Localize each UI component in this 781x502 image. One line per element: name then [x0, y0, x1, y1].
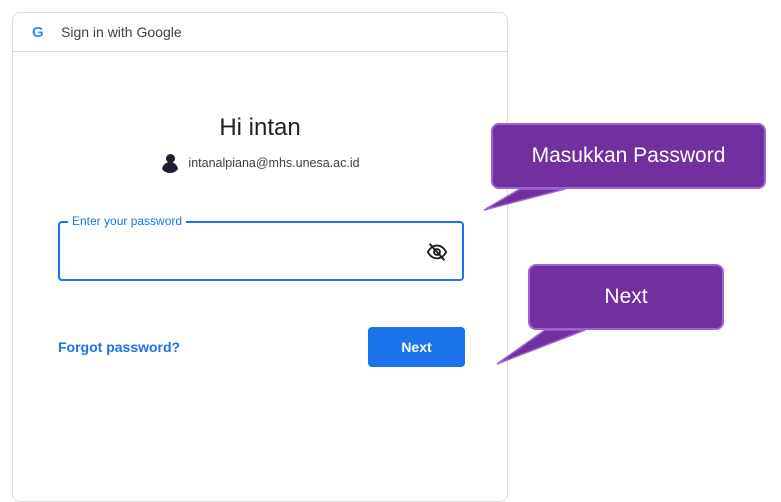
callout-next: Next — [528, 264, 724, 330]
callout-tails — [483, 188, 586, 365]
callout-password: Masukkan Password — [491, 123, 766, 189]
